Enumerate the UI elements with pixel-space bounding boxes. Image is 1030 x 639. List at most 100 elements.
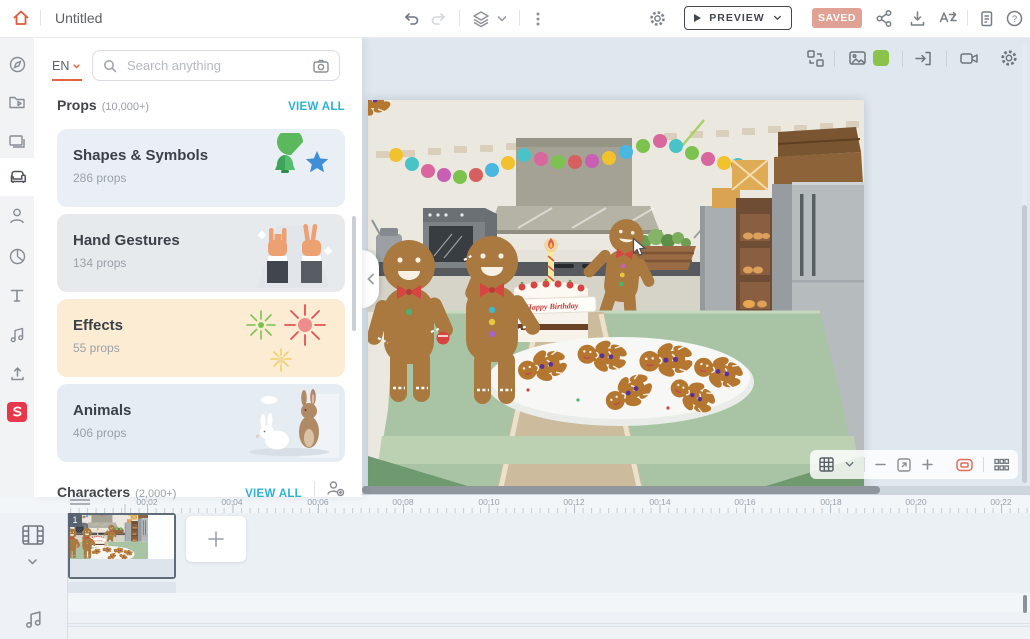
section-count: (10,000+) — [102, 101, 149, 113]
canvas-horizontal-scrollbar-thumb[interactable] — [362, 486, 880, 494]
ruler-label: 00:22 — [990, 497, 1011, 507]
rail-item-uploads[interactable] — [0, 354, 34, 392]
collapse-scenes-chevron-icon[interactable] — [26, 557, 39, 567]
chevron-down-icon[interactable] — [496, 14, 508, 24]
background-color-swatch[interactable] — [873, 50, 889, 66]
rail-item-charts[interactable] — [0, 237, 34, 275]
rail-item-audio[interactable] — [0, 315, 34, 353]
scene-number-badge: 1 — [68, 513, 82, 527]
language-selector[interactable]: EN — [52, 53, 82, 81]
fit-to-screen-icon[interactable] — [896, 457, 912, 473]
rail-item-characters[interactable] — [0, 197, 34, 235]
divider — [902, 51, 903, 67]
shapes-illustration — [255, 133, 339, 203]
category-card-shapes-symbols[interactable]: Shapes & Symbols 286 props — [57, 129, 345, 207]
zoom-in-icon[interactable] — [921, 458, 934, 471]
scene-card[interactable]: 1 — [68, 513, 176, 579]
camera-icon[interactable] — [958, 48, 981, 69]
rail-item-props[interactable] — [0, 158, 34, 196]
rail-item-backgrounds[interactable] — [0, 122, 34, 160]
app-window: Untitled PREVIEW SAVED — [0, 0, 1030, 639]
rail-item-stock-media[interactable] — [0, 393, 34, 431]
create-character-icon[interactable] — [325, 479, 345, 497]
ruler-label: 00:14 — [649, 497, 670, 507]
rail-item-text[interactable] — [0, 276, 34, 314]
rail-item-discover[interactable] — [0, 45, 34, 83]
timeline-vertical-scrollbar-thumb[interactable] — [1023, 595, 1027, 613]
svg-text:?: ? — [1012, 14, 1017, 25]
chevron-down-icon[interactable] — [844, 460, 855, 469]
chevron-down-icon — [72, 63, 81, 70]
section-count: (2,000+) — [135, 488, 176, 500]
shot-frame-icon[interactable] — [955, 457, 974, 473]
category-card-effects[interactable]: Effects 55 props — [57, 299, 345, 377]
search-input[interactable] — [125, 57, 305, 74]
scenes-track-icon[interactable] — [20, 523, 46, 547]
swap-scene-icon[interactable] — [805, 48, 826, 69]
scene-duration-area[interactable] — [148, 515, 174, 559]
section-title: Props — [57, 97, 97, 113]
audio-lane-2[interactable] — [68, 612, 1030, 624]
cake-banner-text: Happy Birthday — [525, 301, 579, 312]
divider — [314, 481, 315, 497]
divider — [864, 457, 865, 472]
stage-illustration: Happy Birthday — [368, 100, 864, 494]
stage[interactable]: Happy Birthday — [368, 100, 864, 494]
category-name: Hand Gestures — [73, 232, 180, 249]
visual-search-camera-icon[interactable] — [312, 58, 330, 74]
timeline: 00:02 00:04 00:06 00:08 00:10 00:12 00:1… — [0, 494, 1030, 639]
left-icon-rail — [0, 37, 34, 497]
layers-icon[interactable] — [471, 9, 491, 29]
help-icon[interactable]: ? — [1005, 9, 1024, 28]
mouse-cursor — [632, 237, 647, 258]
section-title: Characters — [57, 484, 130, 500]
ruler-major-ticks — [68, 504, 1030, 513]
saved-status-badge: SAVED — [812, 8, 862, 28]
preview-button[interactable]: PREVIEW — [684, 6, 792, 30]
enter-exit-effect-icon[interactable] — [913, 48, 934, 69]
audio-lane[interactable] — [68, 593, 1030, 613]
background-image-icon[interactable] — [847, 48, 868, 69]
preview-label: PREVIEW — [709, 12, 764, 24]
home-icon[interactable] — [11, 8, 31, 28]
category-name: Animals — [73, 402, 131, 419]
undo-icon[interactable] — [402, 10, 420, 28]
notes-icon[interactable] — [977, 9, 996, 28]
language-label: EN — [52, 59, 69, 73]
category-card-hand-gestures[interactable]: Hand Gestures 134 props — [57, 214, 345, 292]
divider — [946, 51, 947, 67]
grid-view-icon[interactable] — [818, 456, 835, 473]
scene-sub-lane — [68, 582, 176, 593]
view-all-link[interactable]: VIEW ALL — [288, 101, 345, 113]
category-name: Effects — [73, 317, 123, 334]
add-scene-button[interactable] — [186, 516, 246, 562]
kebab-menu-icon[interactable] — [530, 10, 546, 28]
view-all-link[interactable]: VIEW ALL — [245, 488, 302, 500]
asset-panel: EN Props (10,000+) VIEW ALL Shapes & Sym… — [34, 37, 362, 497]
category-count: 286 props — [73, 171, 126, 185]
panel-scrollbar[interactable] — [352, 216, 356, 331]
download-icon[interactable] — [908, 9, 927, 28]
category-name: Shapes & Symbols — [73, 147, 208, 164]
divider — [40, 10, 41, 26]
scene-settings-gear-icon[interactable] — [999, 48, 1019, 68]
redo-icon[interactable] — [430, 10, 448, 28]
translate-icon[interactable] — [938, 9, 958, 28]
zoom-out-icon[interactable] — [874, 458, 887, 471]
timeline-gutter — [0, 513, 68, 639]
storyboard-view-icon[interactable] — [993, 457, 1010, 472]
project-title[interactable]: Untitled — [55, 10, 102, 26]
divider — [834, 51, 835, 67]
chevron-down-icon — [772, 14, 783, 22]
canvas-vertical-scrollbar-thumb[interactable] — [1022, 205, 1027, 483]
canvas-area[interactable]: Happy Birthday — [362, 37, 1030, 494]
category-count: 55 props — [73, 341, 120, 355]
rail-item-templates[interactable] — [0, 83, 34, 121]
top-bar: Untitled PREVIEW SAVED — [0, 0, 1030, 38]
panel-collapse-tab[interactable] — [362, 250, 379, 308]
plus-icon — [206, 529, 226, 549]
settings-gear-icon[interactable] — [648, 9, 667, 28]
music-track-icon — [23, 608, 45, 630]
share-icon[interactable] — [875, 9, 894, 28]
category-card-animals[interactable]: Animals 406 props — [57, 384, 345, 462]
